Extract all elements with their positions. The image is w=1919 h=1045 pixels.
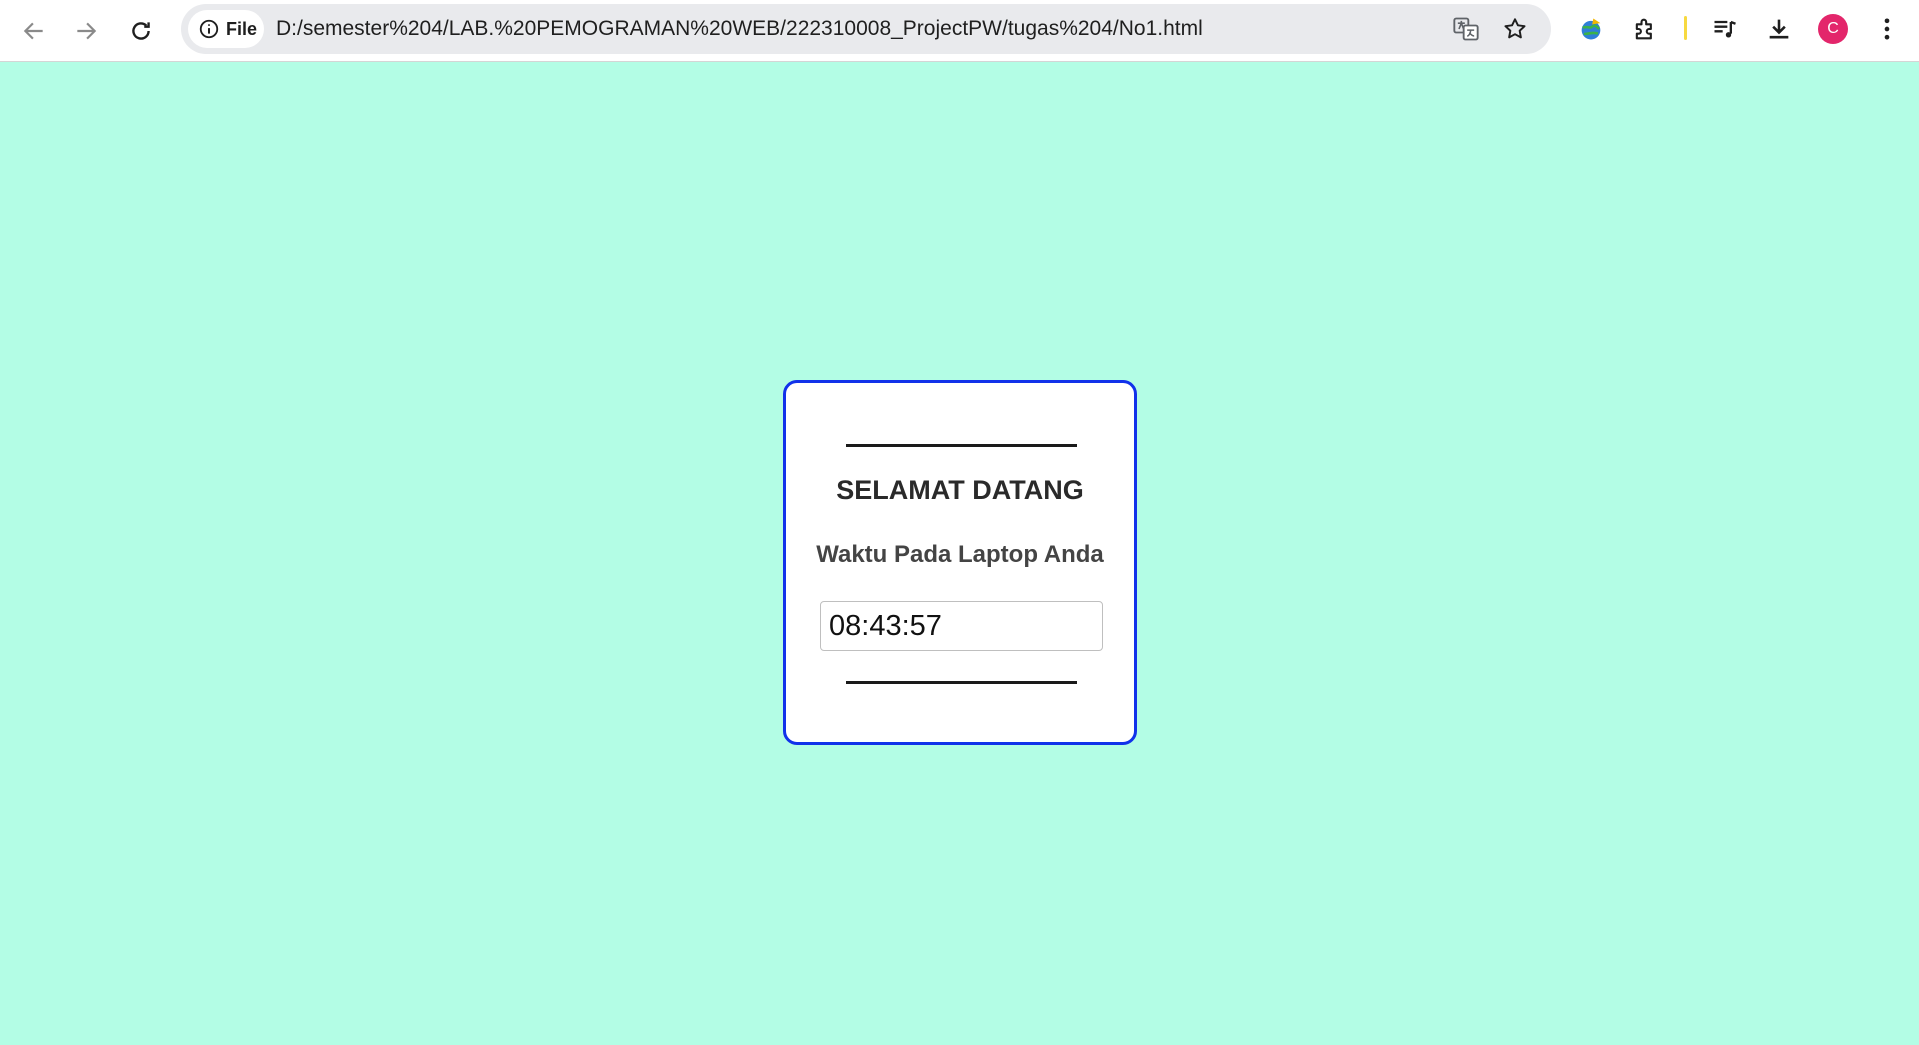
- clock-field[interactable]: [820, 601, 1103, 651]
- profile-avatar[interactable]: C: [1818, 14, 1848, 44]
- page-title: SELAMAT DATANG: [836, 475, 1084, 505]
- info-icon: [199, 19, 219, 39]
- playlist-music-icon: [1714, 20, 1736, 38]
- translate-button[interactable]: [1451, 14, 1481, 44]
- star-icon: [1504, 18, 1526, 39]
- browser-toolbar: File D:/semester%204/LAB.%20PEMOGRAMAN%2…: [0, 0, 1919, 62]
- back-button[interactable]: [12, 9, 56, 53]
- reload-icon: [132, 22, 150, 40]
- extension-idm-button[interactable]: [1573, 11, 1609, 47]
- menu-button[interactable]: [1869, 11, 1905, 47]
- forward-arrow-icon: [77, 22, 97, 40]
- bookmark-button[interactable]: [1500, 14, 1530, 44]
- translate-icon: [1453, 17, 1479, 41]
- reload-button[interactable]: [119, 9, 163, 53]
- site-info-chip[interactable]: File: [188, 10, 264, 48]
- back-arrow-icon: [23, 22, 43, 40]
- address-bar[interactable]: File D:/semester%204/LAB.%20PEMOGRAMAN%2…: [181, 4, 1551, 54]
- page-subtitle: Waktu Pada Laptop Anda: [816, 541, 1104, 568]
- download-icon: [1769, 19, 1789, 39]
- bottom-rule: [846, 681, 1077, 684]
- welcome-card: SELAMAT DATANG Waktu Pada Laptop Anda: [783, 380, 1137, 745]
- downloads-button[interactable]: [1761, 11, 1797, 47]
- extensions-button[interactable]: [1627, 11, 1663, 47]
- puzzle-icon: [1635, 18, 1652, 40]
- toolbar-divider: [1684, 16, 1687, 40]
- url-text[interactable]: D:/semester%204/LAB.%20PEMOGRAMAN%20WEB/…: [276, 4, 1203, 54]
- globe-download-icon: [1581, 18, 1601, 40]
- media-controls-button[interactable]: [1707, 11, 1743, 47]
- top-rule: [846, 444, 1077, 447]
- forward-button[interactable]: [64, 9, 108, 53]
- kebab-menu-icon: [1884, 18, 1890, 40]
- site-chip-label: File: [226, 18, 258, 39]
